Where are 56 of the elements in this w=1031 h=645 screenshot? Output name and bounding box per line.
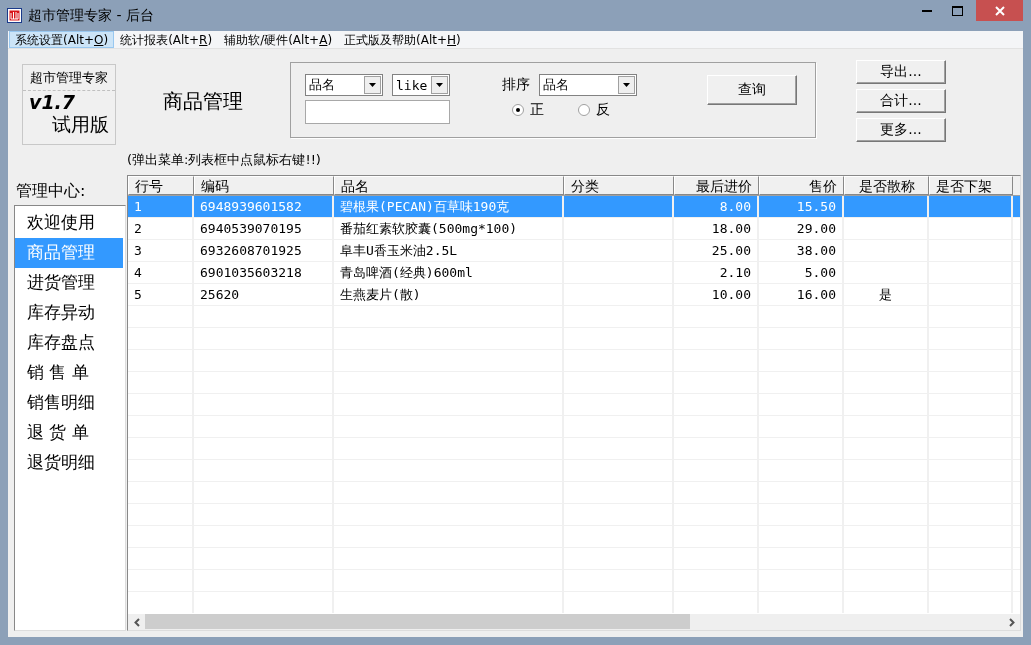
column-header[interactable]: 编码 [194,176,334,195]
page-title: 商品管理 [163,88,244,115]
table-row[interactable]: 3 6932608701925 阜丰U香玉米油2.5L 25.00 38.00 [128,240,1020,262]
edition-text: 试用版 [51,113,110,135]
radio-button[interactable] [578,104,590,116]
sidebar-item[interactable]: 退货明细 [15,448,123,478]
action-button[interactable]: 导出... [856,60,946,84]
menu-item[interactable]: 正式版及帮助(Alt+H) [338,31,467,48]
action-button[interactable]: 更多... [856,118,946,142]
sidebar-item[interactable]: 库存异动 [15,298,123,328]
hint-text: (弹出菜单:列表框中点鼠标右键!!) [127,151,322,169]
sidebar-item[interactable]: 进货管理 [15,268,123,298]
minimize-icon [922,9,932,12]
sidebar-item[interactable]: 库存盘点 [15,328,123,358]
horizontal-scrollbar[interactable] [128,613,1020,630]
maximize-icon [951,5,963,16]
sidebar-title: 管理中心: [16,181,87,202]
operator-dropdown[interactable]: like [392,74,450,96]
column-header[interactable]: 是否下架 [929,176,1013,195]
sort-label: 排序 [502,76,530,94]
column-header[interactable]: 是否散称 [844,176,929,195]
column-header[interactable]: 分类 [564,176,674,195]
sort-dropdown[interactable]: 品名 [539,74,637,96]
table-row[interactable]: 5 25620 生燕麦片(散) 10.00 16.00 是 [128,284,1020,306]
close-icon [994,5,1005,16]
dropdown-arrow-icon [623,83,630,87]
sidebar-item[interactable]: 销 售 单 [15,358,123,388]
scrollbar-thumb[interactable] [145,614,690,629]
field-dropdown[interactable]: 品名 [305,74,383,96]
radio-button[interactable] [512,104,524,116]
search-field[interactable] [305,100,450,124]
close-button[interactable] [976,0,1023,21]
table-row[interactable]: 4 6901035603218 青岛啤酒(经典)600ml 2.10 5.00 [128,262,1020,284]
menu-item[interactable]: 辅助软/硬件(Alt+A) [218,31,339,48]
menu-item[interactable]: 统计报表(Alt+R) [114,31,219,48]
app-icon [7,8,22,23]
logo-name: 超市管理专家 [23,65,115,91]
column-header[interactable]: 品名 [334,176,564,195]
scroll-right-icon[interactable] [1008,617,1015,627]
table-row[interactable]: 2 6940539070195 番茄红素软胶囊(500mg*100) 18.00 29.00 [128,218,1020,240]
query-button[interactable]: 查询 [707,75,797,105]
sidebar-item[interactable]: 退 货 单 [15,418,123,448]
column-header[interactable]: 最后进价 [674,176,759,195]
window-title: 超市管理专家 - 后台 [28,6,154,25]
version-text: v1.7 [28,91,77,113]
radio-label: 反 [596,101,610,119]
column-header[interactable]: 售价 [759,176,844,195]
dropdown-arrow-icon [369,83,376,87]
action-button[interactable]: 合计... [856,89,946,113]
sidebar-item[interactable]: 销售明细 [15,388,123,418]
column-header[interactable]: 行号 [128,176,194,195]
radio-label: 正 [530,101,544,119]
menu-item[interactable]: 系统设置(Alt+O) [9,31,115,48]
scroll-left-icon[interactable] [133,617,140,627]
dropdown-arrow-icon [436,83,443,87]
sidebar-item[interactable]: 欢迎使用 [15,208,123,238]
